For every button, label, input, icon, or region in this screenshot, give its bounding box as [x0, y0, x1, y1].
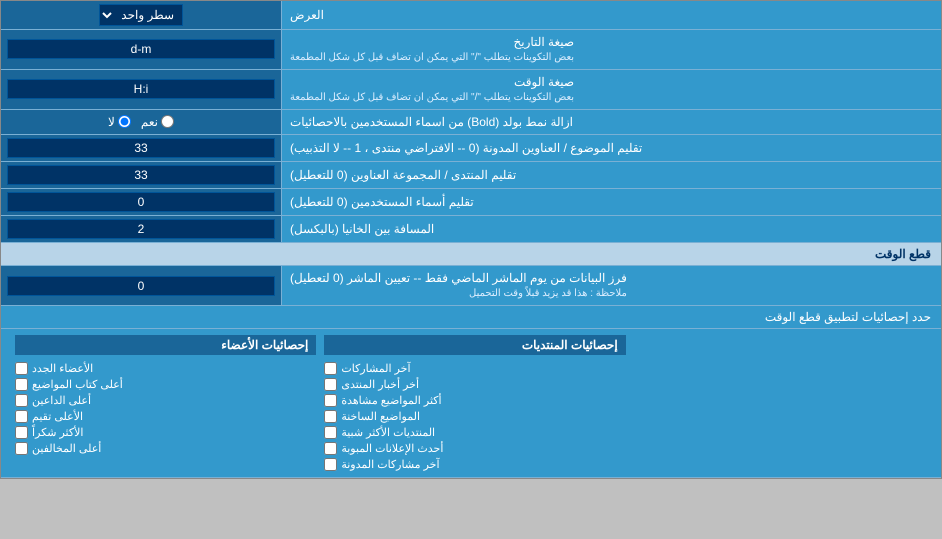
checkbox-forum-news: أخر أخبار المنتدى [324, 378, 625, 391]
time-format-input-cell [1, 70, 281, 109]
member-stats-col: إحصائيات الأعضاء الأعضاء الجدد أعلى كتاب… [11, 335, 320, 471]
cb-forum-news[interactable] [324, 378, 337, 391]
cb-most-similar[interactable] [324, 426, 337, 439]
checkbox-top-rated: الأعلى تقيم [15, 410, 316, 423]
display-label: العرض [281, 1, 941, 29]
checkbox-last-posts: آخر المشاركات [324, 362, 625, 375]
usernames-order-input[interactable] [7, 192, 275, 212]
cb-new-members[interactable] [15, 362, 28, 375]
cutoff-label: فرز البيانات من يوم الماشر الماضي فقط --… [281, 266, 941, 305]
cb-hot-topics[interactable] [324, 410, 337, 423]
usernames-order-label: تقليم أسماء المستخدمين (0 للتعطيل) [281, 189, 941, 215]
forum-order-input-cell [1, 162, 281, 188]
date-format-label: صيغة التاريخ بعض التكوينات يتطلب "/" الت… [281, 30, 941, 69]
radio-yes[interactable] [161, 115, 174, 128]
cutoff-section-header: قطع الوقت [1, 243, 941, 266]
checkboxes-section: إحصائيات المنتديات آخر المشاركات أخر أخب… [1, 329, 941, 478]
cb-top-rated[interactable] [15, 410, 28, 423]
checkbox-top-writers: أعلى كتاب المواضيع [15, 378, 316, 391]
row-date-format: صيغة التاريخ بعض التكوينات يتطلب "/" الت… [1, 30, 941, 70]
date-format-input-cell [1, 30, 281, 69]
display-input-cell: سطر واحد سطرين ثلاثة أسطر [1, 1, 281, 29]
cutoff-input[interactable] [7, 276, 275, 296]
cb-most-viewed[interactable] [324, 394, 337, 407]
bold-remove-label: ازالة نمط بولد (Bold) من اسماء المستخدمي… [281, 110, 941, 135]
spacing-input-cell [1, 216, 281, 242]
empty-col [630, 335, 931, 471]
forum-stats-header: إحصائيات المنتديات [324, 335, 625, 355]
row-cutoff: فرز البيانات من يوم الماشر الماضي فقط --… [1, 266, 941, 306]
checkbox-blog-posts: آخر مشاركات المدونة [324, 458, 625, 471]
date-format-input[interactable] [7, 39, 275, 59]
forum-stats-col: إحصائيات المنتديات آخر المشاركات أخر أخب… [320, 335, 629, 471]
bold-remove-radio-cell: نعم لا [1, 110, 281, 135]
checkbox-top-violators: أعلى المخالفين [15, 442, 316, 455]
row-usernames-order: تقليم أسماء المستخدمين (0 للتعطيل) [1, 189, 941, 216]
checkboxes-grid: إحصائيات المنتديات آخر المشاركات أخر أخب… [11, 335, 931, 471]
time-format-label: صيغة الوقت بعض التكوينات يتطلب "/" التي … [281, 70, 941, 109]
limit-row: حدد إحصائيات لتطبيق قطع الوقت [1, 306, 941, 329]
checkbox-classifieds: أحدث الإعلانات المبوبة [324, 442, 625, 455]
limit-label: حدد إحصائيات لتطبيق قطع الوقت [1, 306, 941, 328]
cb-blog-posts[interactable] [324, 458, 337, 471]
forum-order-input[interactable] [7, 165, 275, 185]
forum-order-label: تقليم المنتدى / المجموعة العناوين (0 للت… [281, 162, 941, 188]
cb-top-writers[interactable] [15, 378, 28, 391]
row-topics-order: تقليم الموضوع / العناوين المدونة (0 -- ا… [1, 135, 941, 162]
checkbox-most-thanks: الأكثر شكراً [15, 426, 316, 439]
row-bold-remove: ازالة نمط بولد (Bold) من اسماء المستخدمي… [1, 110, 941, 136]
checkbox-hot-topics: المواضيع الساخنة [324, 410, 625, 423]
row-display: العرض سطر واحد سطرين ثلاثة أسطر [1, 1, 941, 30]
spacing-label: المسافة بين الخانيا (بالبكسل) [281, 216, 941, 242]
topics-order-input[interactable] [7, 138, 275, 158]
topics-order-label: تقليم الموضوع / العناوين المدونة (0 -- ا… [281, 135, 941, 161]
topics-order-input-cell [1, 135, 281, 161]
checkbox-most-viewed: أكثر المواضيع مشاهدة [324, 394, 625, 407]
radio-yes-label[interactable]: نعم [141, 115, 174, 129]
cb-most-thanks[interactable] [15, 426, 28, 439]
row-time-format: صيغة الوقت بعض التكوينات يتطلب "/" التي … [1, 70, 941, 110]
row-forum-order: تقليم المنتدى / المجموعة العناوين (0 للت… [1, 162, 941, 189]
member-stats-header: إحصائيات الأعضاء [15, 335, 316, 355]
usernames-order-input-cell [1, 189, 281, 215]
row-spacing: المسافة بين الخانيا (بالبكسل) [1, 216, 941, 243]
cb-top-violators[interactable] [15, 442, 28, 455]
cb-classifieds[interactable] [324, 442, 337, 455]
cb-last-posts[interactable] [324, 362, 337, 375]
cb-top-inviters[interactable] [15, 394, 28, 407]
radio-no-label[interactable]: لا [108, 115, 131, 129]
checkbox-most-similar: المنتديات الأكثر شبية [324, 426, 625, 439]
checkbox-top-inviters: أعلى الداعين [15, 394, 316, 407]
display-select[interactable]: سطر واحد سطرين ثلاثة أسطر [99, 4, 183, 26]
checkbox-new-members: الأعضاء الجدد [15, 362, 316, 375]
radio-no[interactable] [118, 115, 131, 128]
spacing-input[interactable] [7, 219, 275, 239]
time-format-input[interactable] [7, 79, 275, 99]
cutoff-input-cell [1, 266, 281, 305]
